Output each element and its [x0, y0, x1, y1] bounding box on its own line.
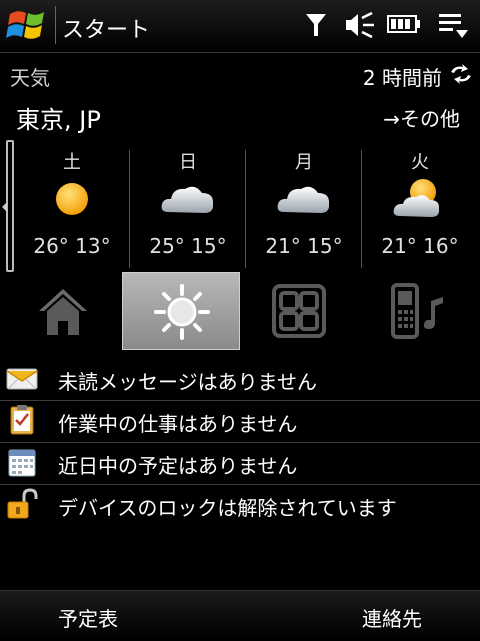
- phone-music-icon: [391, 283, 443, 339]
- home-icon: [39, 289, 87, 335]
- tab-music[interactable]: [358, 272, 476, 350]
- cloudy-icon: [161, 186, 214, 213]
- sunny-icon: [56, 183, 88, 215]
- refresh-icon[interactable]: [448, 62, 474, 86]
- forecast-day[interactable]: 火 21° 16°: [362, 140, 478, 272]
- day-temps: 25° 15°: [149, 234, 227, 258]
- notification-text: 近日中の予定はありません: [58, 454, 298, 478]
- day-temps: 21° 16°: [381, 234, 459, 258]
- forecast-day[interactable]: 土 26° 13°: [14, 140, 130, 272]
- notification-text: デバイスのロックは解除されています: [58, 496, 397, 520]
- notification-calendar[interactable]: 近日中の予定はありません: [0, 442, 480, 485]
- weather-label: 天気: [10, 66, 50, 90]
- menu-icon[interactable]: [436, 8, 470, 42]
- notification-lock[interactable]: デバイスのロックは解除されています: [0, 484, 480, 526]
- signal-icon[interactable]: [302, 10, 330, 38]
- day-temps: 26° 13°: [33, 234, 111, 258]
- title-divider: [55, 6, 56, 44]
- day-name: 土: [63, 152, 81, 173]
- partly-cloudy-icon: [393, 179, 440, 217]
- softkey-bar: 予定表 連絡先: [0, 590, 480, 641]
- cloudy-icon: [277, 186, 330, 213]
- notification-messages[interactable]: 未読メッセージはありません: [0, 358, 480, 401]
- day-name: 火: [411, 152, 429, 173]
- softkey-right[interactable]: 連絡先: [362, 603, 422, 632]
- calendar-icon: [8, 449, 36, 477]
- windows-logo-icon: [6, 11, 44, 39]
- battery-icon[interactable]: [387, 13, 421, 35]
- notification-text: 未読メッセージはありません: [58, 370, 317, 394]
- forecast-strip[interactable]: 土 26° 13° 日 25° 15° 月 21° 15° 火 21° 16°: [0, 140, 480, 272]
- forecast-scrollbar[interactable]: [6, 140, 14, 272]
- weather-updated-time: 2 時間前: [362, 66, 442, 90]
- speaker-icon[interactable]: [343, 8, 377, 42]
- more-link[interactable]: →その他: [383, 103, 460, 132]
- envelope-icon: [6, 368, 38, 390]
- day-name: 日: [179, 152, 197, 173]
- app-title: スタート: [62, 18, 151, 43]
- day-name: 月: [295, 152, 313, 173]
- forecast-day[interactable]: 日 25° 15°: [130, 140, 246, 272]
- sun-icon: [154, 284, 210, 340]
- grid-icon: [272, 284, 326, 338]
- unlock-icon: [7, 488, 38, 519]
- tab-apps[interactable]: [240, 272, 358, 350]
- day-temps: 21° 15°: [265, 234, 343, 258]
- clipboard-icon: [10, 405, 34, 435]
- tab-home[interactable]: [4, 272, 122, 350]
- softkey-left[interactable]: 予定表: [58, 603, 118, 632]
- scroll-left-arrow-icon[interactable]: [2, 202, 7, 212]
- status-bar: スタート: [0, 0, 480, 53]
- tab-bar: [0, 272, 480, 350]
- weather-location[interactable]: 東京, JP: [16, 100, 101, 135]
- tab-weather[interactable]: [122, 272, 240, 350]
- notification-text: 作業中の仕事はありません: [58, 412, 298, 436]
- start-button[interactable]: [2, 2, 56, 48]
- notification-tasks[interactable]: 作業中の仕事はありません: [0, 400, 480, 443]
- forecast-day[interactable]: 月 21° 15°: [246, 140, 362, 272]
